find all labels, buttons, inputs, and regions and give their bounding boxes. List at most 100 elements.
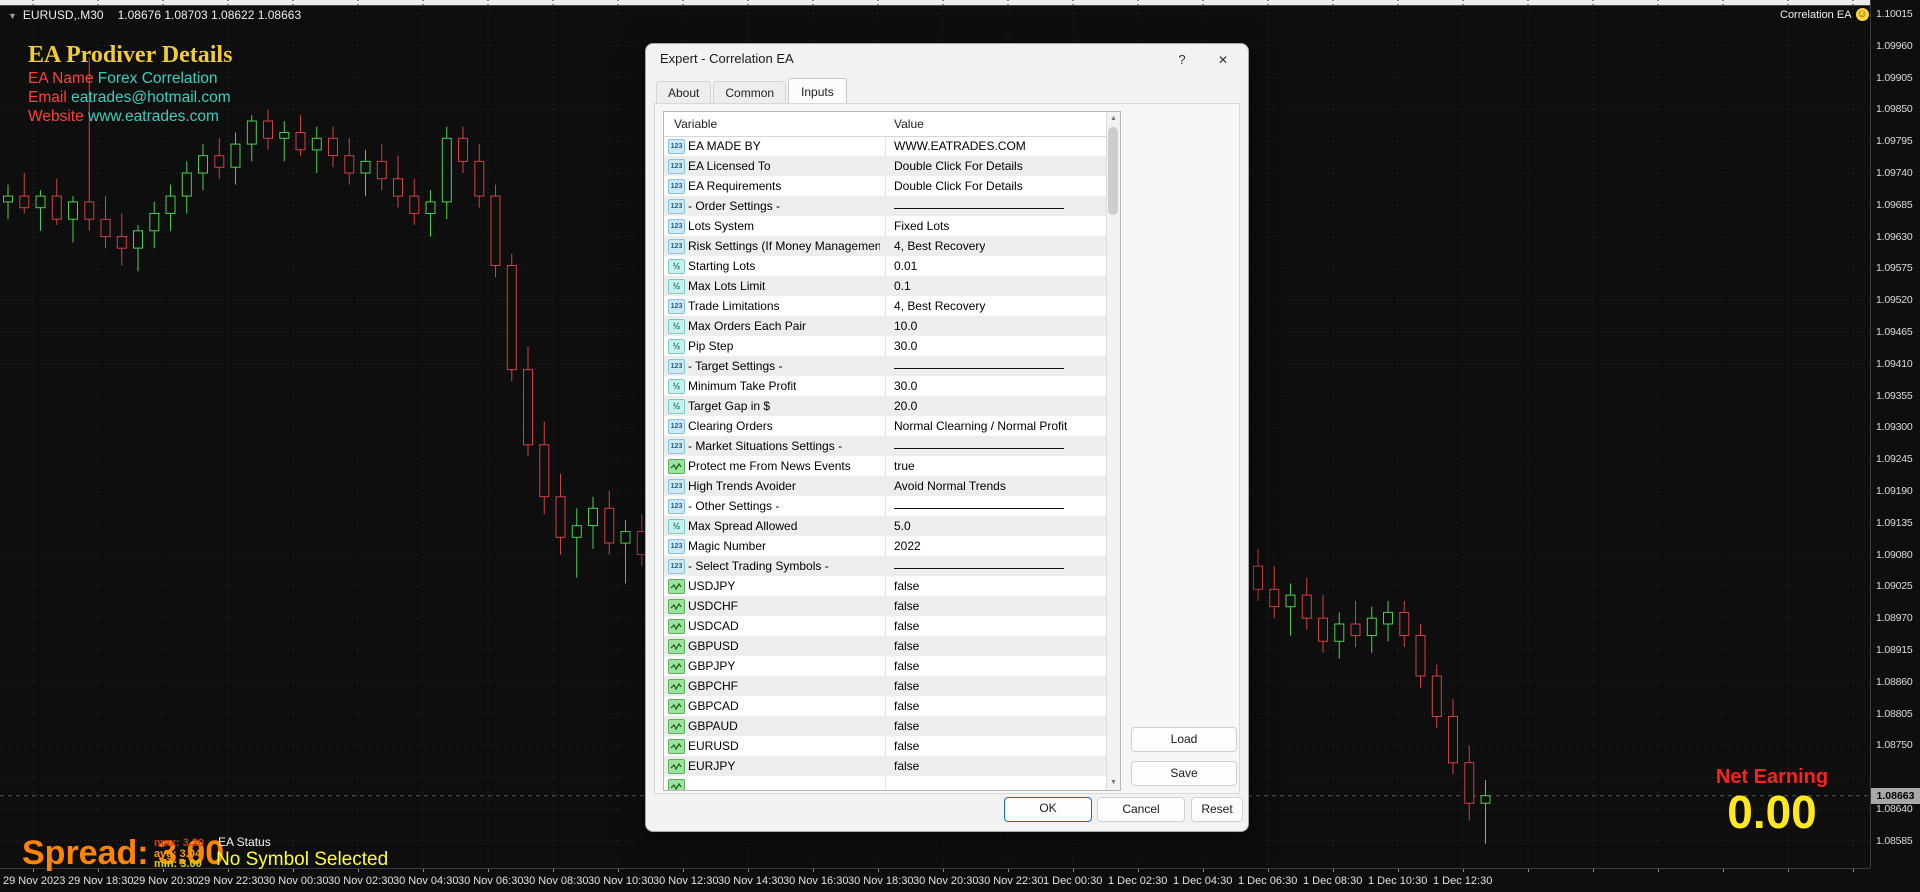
parameter-row[interactable]: USDCAD false — [664, 616, 1106, 636]
parameter-row[interactable]: EURJPY false — [664, 756, 1106, 776]
ok-button[interactable]: OK — [1004, 797, 1092, 822]
parameter-value[interactable]: 4, Best Recovery — [894, 239, 985, 253]
parameter-row[interactable]: ½ Target Gap in $ 20.0 — [664, 396, 1106, 416]
parameter-value[interactable]: 10.0 — [894, 319, 917, 333]
parameter-value[interactable]: false — [894, 619, 919, 633]
parameter-value[interactable]: false — [894, 679, 919, 693]
parameter-name: Starting Lots — [688, 259, 756, 273]
price-tick-label: 1.08750 — [1876, 739, 1913, 751]
scrollbar-thumb[interactable] — [1108, 127, 1118, 215]
parameter-value[interactable]: false — [894, 579, 919, 593]
symbol-dropdown-icon[interactable]: ▼ — [8, 11, 17, 21]
time-tick-mark — [748, 869, 749, 872]
parameter-value[interactable]: 2022 — [894, 539, 921, 553]
scroll-down-icon[interactable]: ▼ — [1107, 776, 1120, 790]
parameter-row[interactable]: 123 EA Licensed To Double Click For Detail… — [664, 156, 1106, 176]
parameter-value[interactable]: 20.0 — [894, 399, 917, 413]
time-tick-label: 30 Nov 06:30 — [458, 875, 524, 887]
close-icon[interactable]: ✕ — [1212, 51, 1234, 69]
cancel-button[interactable]: Cancel — [1097, 797, 1185, 822]
parameter-row[interactable]: 123- Market Situations Settings - — [664, 436, 1106, 456]
parameter-row[interactable]: ½ Max Orders Each Pair 10.0 — [664, 316, 1106, 336]
help-icon[interactable]: ? — [1173, 51, 1191, 69]
parameter-row[interactable]: 123 EA Requirements Double Click For Detai… — [664, 176, 1106, 196]
parameter-row[interactable]: 123 Risk Settings (If Money Management ..… — [664, 236, 1106, 256]
parameter-row[interactable]: USDJPY false — [664, 576, 1106, 596]
parameter-row[interactable]: ½ Max Spread Allowed 5.0 — [664, 516, 1106, 536]
parameter-value[interactable]: false — [894, 639, 919, 653]
time-tick-mark — [1723, 869, 1724, 872]
tab-inputs[interactable]: Inputs — [788, 78, 847, 105]
parameter-row[interactable]: ½ Max Lots Limit 0.1 — [664, 276, 1106, 296]
parameter-row[interactable]: ½ Pip Step 30.0 — [664, 336, 1106, 356]
boolean-type-icon — [668, 719, 685, 734]
parameter-row[interactable]: 123 Magic Number 2022 — [664, 536, 1106, 556]
dialog-tabs: About Common Inputs — [656, 78, 849, 105]
tab-common[interactable]: Common — [713, 81, 787, 104]
parameter-value[interactable]: 0.01 — [894, 259, 917, 273]
parameter-row[interactable]: EURUSD false — [664, 736, 1106, 756]
parameter-row[interactable]: ½ Starting Lots 0.01 — [664, 256, 1106, 276]
integer-type-icon: 123 — [668, 479, 685, 494]
parameter-row[interactable]: GBPCAD false — [664, 696, 1106, 716]
time-tick-label: 1 Dec 00:30 — [1043, 875, 1103, 887]
parameter-row[interactable]: 123- Target Settings - — [664, 356, 1106, 376]
parameter-name: EA Licensed To — [688, 159, 771, 173]
time-tick-label: 30 Nov 18:30 — [848, 875, 914, 887]
parameter-row[interactable]: 123 High Trends Avoider Avoid Normal Trend… — [664, 476, 1106, 496]
parameter-value[interactable]: WWW.EATRADES.COM — [894, 139, 1026, 153]
price-axis[interactable]: 1.10015 1.09960 1.09905 1.09850 1.09795 1.097… — [1870, 0, 1920, 868]
scroll-up-icon[interactable]: ▲ — [1107, 112, 1120, 126]
parameter-row[interactable]: 123- Other Settings - — [664, 496, 1106, 516]
parameter-value[interactable]: false — [894, 719, 919, 733]
parameter-row[interactable]: USDCHF false — [664, 596, 1106, 616]
parameter-value[interactable]: true — [894, 459, 915, 473]
parameter-value[interactable]: 4, Best Recovery — [894, 299, 985, 313]
table-scrollbar[interactable]: ▲ ▼ — [1106, 112, 1120, 790]
parameter-value[interactable]: Fixed Lots — [894, 219, 949, 233]
parameter-value[interactable]: false — [894, 699, 919, 713]
parameter-name: GBPAUD — [688, 719, 738, 733]
parameter-value[interactable]: 0.1 — [894, 279, 911, 293]
time-tick-label: 1 Dec 12:30 — [1433, 875, 1493, 887]
tab-about[interactable]: About — [656, 81, 712, 104]
parameter-row[interactable]: GBPUSD false — [664, 636, 1106, 656]
parameter-value[interactable]: Double Click For Details — [894, 159, 1023, 173]
parameter-row[interactable]: 123 Trade Limitations 4, Best Recovery — [664, 296, 1106, 316]
parameter-name: Clearing Orders — [688, 419, 773, 433]
parameter-row[interactable]: ½ Minimum Take Profit 30.0 — [664, 376, 1106, 396]
parameter-row[interactable] — [664, 776, 1106, 790]
parameter-value[interactable]: 5.0 — [894, 519, 911, 533]
load-button[interactable]: Load — [1131, 727, 1237, 752]
parameter-row[interactable]: 123- Order Settings - — [664, 196, 1106, 216]
parameter-value[interactable]: Avoid Normal Trends — [894, 479, 1006, 493]
parameter-value[interactable]: false — [894, 739, 919, 753]
parameter-row[interactable]: Protect me From News Events true — [664, 456, 1106, 476]
parameter-value[interactable]: Double Click For Details — [894, 179, 1023, 193]
parameter-row[interactable]: GBPJPY false — [664, 656, 1106, 676]
reset-button[interactable]: Reset — [1191, 797, 1243, 822]
parameter-name: - Select Trading Symbols - — [688, 559, 829, 573]
symbol-ohlc-bar[interactable]: ▼ EURUSD,.M30 1.08676 1.08703 1.08622 1.08… — [8, 8, 301, 22]
save-button[interactable]: Save — [1131, 761, 1237, 786]
parameter-value[interactable]: Normal Clearning / Normal Profit — [894, 419, 1067, 433]
parameter-value[interactable]: false — [894, 659, 919, 673]
parameter-row[interactable]: 123- Select Trading Symbols - — [664, 556, 1106, 576]
integer-type-icon: 123 — [668, 359, 685, 374]
parameter-value[interactable]: 30.0 — [894, 379, 917, 393]
price-tick-label: 1.09080 — [1876, 549, 1913, 561]
parameter-value[interactable]: false — [894, 599, 919, 613]
parameter-row[interactable]: 123 EA MADE BY WWW.EATRADES.COM — [664, 136, 1106, 156]
parameter-row[interactable]: GBPAUD false — [664, 716, 1106, 736]
time-axis[interactable]: 29 Nov 2023 29 Nov 18:30 29 Nov 20:30 29 No… — [0, 868, 1870, 892]
parameter-row[interactable]: 123 Clearing Orders Normal Clearning / Nor… — [664, 416, 1106, 436]
ea-provider-line: Email eatrades@hotmail.com — [28, 88, 232, 107]
price-tick-label: 1.09135 — [1876, 517, 1913, 529]
parameter-row[interactable]: GBPCHF false — [664, 676, 1106, 696]
time-tick-mark — [1853, 869, 1854, 872]
expert-smiley-icon[interactable]: ☺ — [1855, 8, 1869, 21]
parameter-value[interactable]: false — [894, 759, 919, 773]
price-tick-label: 1.08970 — [1876, 612, 1913, 624]
parameter-row[interactable]: 123 Lots System Fixed Lots — [664, 216, 1106, 236]
parameter-value[interactable]: 30.0 — [894, 339, 917, 353]
